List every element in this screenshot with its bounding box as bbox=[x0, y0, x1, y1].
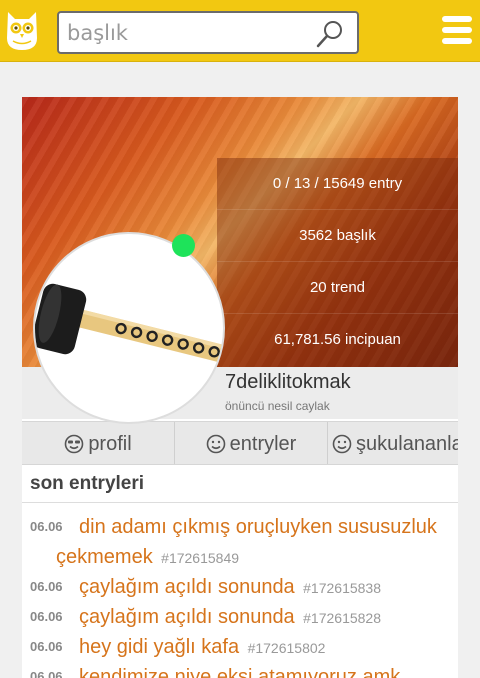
entry-date: 06.06 bbox=[30, 639, 63, 654]
tab-profile[interactable]: profil bbox=[22, 422, 175, 464]
entry-id[interactable]: #172615849 bbox=[161, 550, 239, 566]
profile-tabs: profil entryler şukulananlar bbox=[22, 421, 458, 465]
entry-date: 06.06 bbox=[30, 669, 63, 678]
entry-date: 06.06 bbox=[30, 609, 63, 624]
search-icon[interactable] bbox=[315, 19, 345, 49]
smiley-icon bbox=[206, 434, 225, 454]
profile-card: 0 / 13 / 15649 entry 3562 başlık 20 tren… bbox=[22, 97, 458, 678]
entry-link-continued[interactable]: çekmemek bbox=[56, 546, 153, 568]
stat-trends[interactable]: 20 trend bbox=[217, 262, 458, 314]
search-input[interactable] bbox=[67, 19, 307, 47]
smiley-icon bbox=[332, 434, 352, 454]
stat-titles[interactable]: 3562 başlık bbox=[217, 210, 458, 262]
entry-id[interactable]: #172615828 bbox=[303, 610, 381, 626]
search-box bbox=[57, 11, 359, 54]
username: 7deliklitokmak bbox=[225, 371, 351, 393]
list-item: 06.06 din adamı çıkmış oruçluyken susus­… bbox=[30, 513, 452, 573]
user-rank: önüncü nesil caylak bbox=[225, 399, 330, 413]
section-title: son entryleri bbox=[30, 473, 145, 494]
hamburger-menu-icon[interactable] bbox=[442, 16, 472, 46]
top-bar bbox=[0, 0, 480, 62]
tab-profile-label: profil bbox=[88, 432, 132, 455]
divider bbox=[22, 502, 458, 503]
list-item: 06.06 çaylağım açıldı sonunda #172615838 bbox=[30, 573, 452, 603]
list-item: 06.06 kendimize niye eksi atamıyoruz amk bbox=[30, 663, 452, 678]
tab-liked[interactable]: şukulananlar bbox=[328, 422, 458, 464]
profile-stats: 0 / 13 / 15649 entry 3562 başlık 20 tren… bbox=[217, 158, 458, 367]
entry-id[interactable]: #172615838 bbox=[303, 580, 381, 596]
entry-link[interactable]: din adamı çıkmış oruçluyken susus­uzluk bbox=[79, 516, 437, 538]
entry-link[interactable]: hey gidi yağlı kafa bbox=[79, 636, 239, 658]
smiley-cool-icon bbox=[65, 434, 84, 454]
owl-logo-icon[interactable] bbox=[4, 8, 40, 52]
list-item: 06.06 çaylağım açıldı sonunda #172615828 bbox=[30, 603, 452, 633]
entry-list: 06.06 din adamı çıkmış oruçluyken susus­… bbox=[30, 513, 452, 678]
stat-entries[interactable]: 0 / 13 / 15649 entry bbox=[217, 158, 458, 210]
avatar[interactable] bbox=[33, 232, 225, 424]
tab-entries[interactable]: entryler bbox=[175, 422, 328, 464]
tab-liked-label: şukulananlar bbox=[356, 432, 458, 455]
online-status-indicator bbox=[172, 234, 195, 257]
entry-link[interactable]: çaylağım açıldı sonunda bbox=[79, 576, 295, 598]
tab-entries-label: entryler bbox=[229, 432, 297, 455]
stat-points: 61,781.56 incipuan bbox=[274, 331, 401, 348]
list-item: 06.06 hey gidi yağlı kafa #172615802 bbox=[30, 633, 452, 663]
entry-id[interactable]: #172615802 bbox=[248, 640, 326, 656]
entry-link[interactable]: çaylağım açıldı sonunda bbox=[79, 606, 295, 628]
entry-date: 06.06 bbox=[30, 579, 63, 594]
entry-link[interactable]: kendimize niye eksi atamıyoruz amk bbox=[79, 666, 400, 678]
entry-date: 06.06 bbox=[30, 519, 63, 534]
